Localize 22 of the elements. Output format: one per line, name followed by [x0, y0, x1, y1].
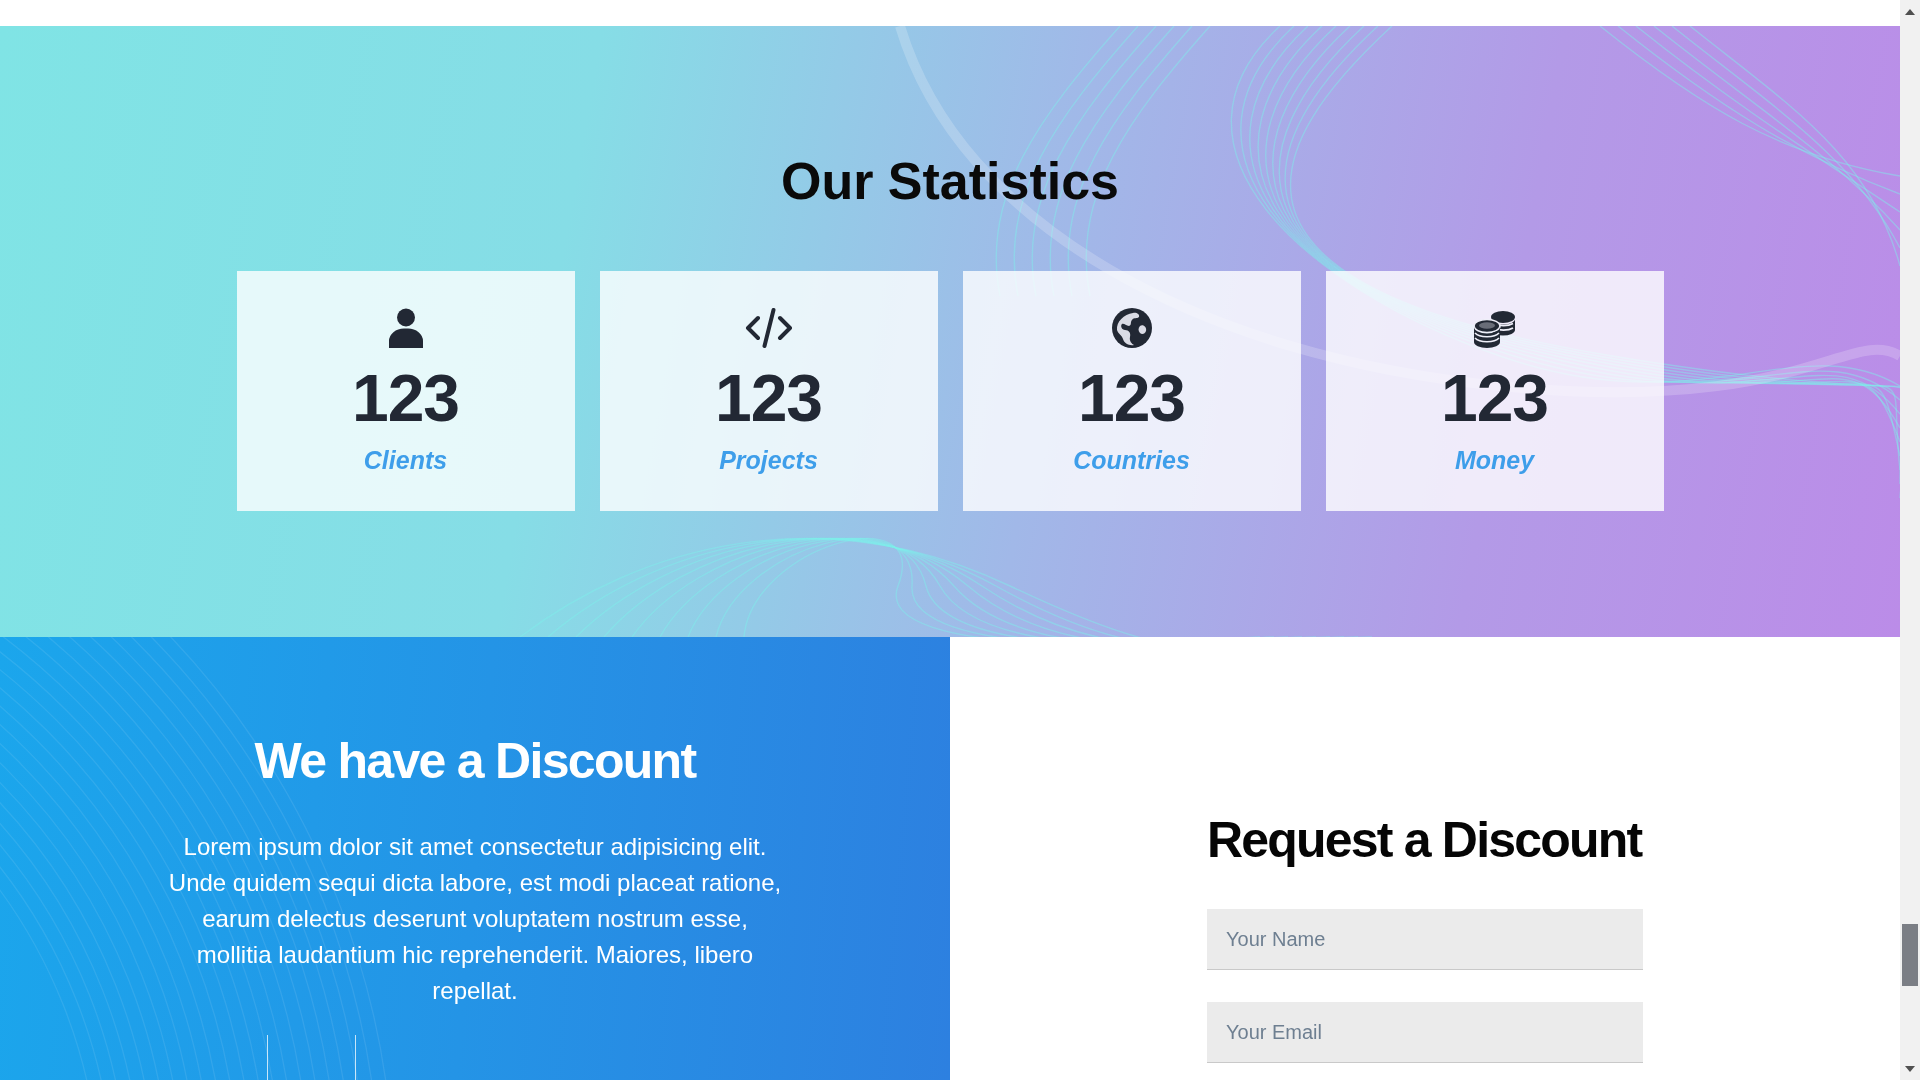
input-field[interactable]: Your Email [1207, 1002, 1643, 1063]
form-heading: Request a Discount [1207, 811, 1643, 870]
input-field[interactable]: Your Name [1207, 909, 1643, 970]
scrollbar-thumb[interactable] [1902, 924, 1918, 986]
stat-label: Money [1454, 445, 1535, 475]
person-icon [388, 308, 423, 348]
stat-label: Projects [719, 445, 818, 475]
stat-number: 123 [714, 365, 823, 431]
discount-description: Lorem ipsum dolor sit amet consectetur adipisicing elit. Unde quidem sequi dicta labore, est modi placeat ratione, earum delectus deserunt voluptatem nostrum esse, mollitia laudantium hic reprehenderit. Maiores, libero repellat. [167, 832, 783, 1006]
discount-heading: We have a Discount [254, 732, 696, 791]
stat-number: 123 [1440, 365, 1549, 431]
scroll-up-arrow-icon[interactable] [1905, 9, 1915, 15]
stat-number: 123 [1077, 365, 1186, 431]
section-title: Our Statistics [780, 151, 1120, 212]
stat-label: Clients [363, 445, 448, 475]
code-icon [743, 308, 794, 348]
stat-label: Countries [1073, 445, 1190, 475]
scroll-down-arrow-icon[interactable] [1905, 1066, 1915, 1072]
globe-icon [1111, 308, 1152, 348]
coins-icon [1473, 308, 1516, 348]
scrollbar[interactable] [1900, 0, 1920, 1080]
stat-number: 123 [351, 365, 460, 431]
